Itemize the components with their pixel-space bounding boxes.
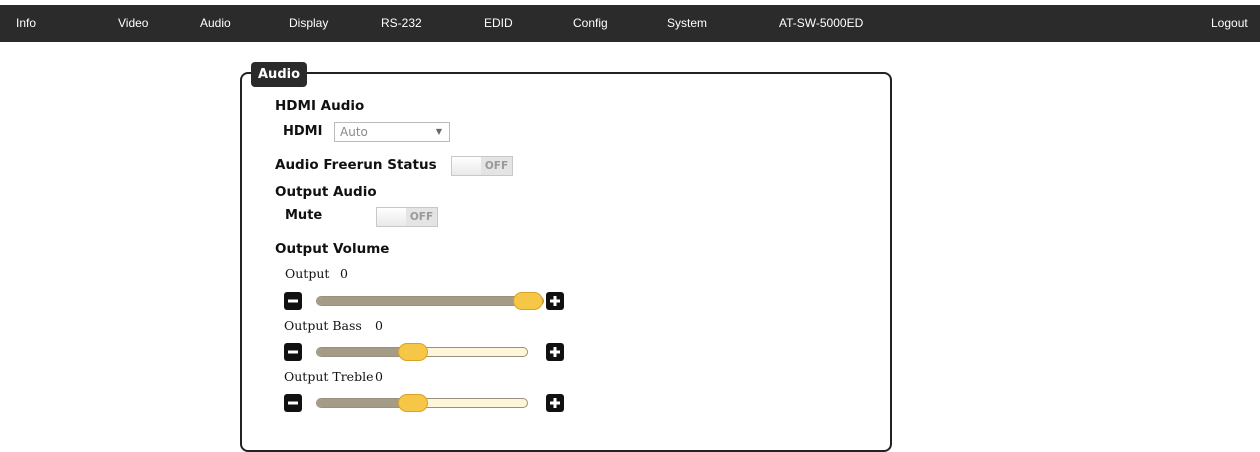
mute-toggle[interactable]: OFF	[376, 207, 438, 227]
mute-label: Mute	[285, 208, 323, 223]
output-treble-label: Output Treble	[284, 369, 374, 384]
output-treble-increase-button[interactable]	[546, 394, 564, 412]
nav-edid[interactable]: EDID	[484, 5, 513, 42]
hdmi-audio-select[interactable]: Auto ▼	[334, 122, 450, 142]
output-decrease-button[interactable]	[284, 292, 302, 310]
audio-freerun-status-label: Audio Freerun Status	[275, 157, 437, 173]
output-slider-handle[interactable]	[513, 292, 543, 310]
nav-system[interactable]: System	[667, 5, 707, 42]
hdmi-audio-select-value: Auto	[340, 125, 368, 139]
minus-icon	[288, 401, 298, 405]
output-bass-slider-handle[interactable]	[398, 343, 428, 361]
minus-icon	[288, 299, 298, 303]
minus-icon	[288, 350, 298, 354]
top-nav-bar: Info Video Audio Display RS-232 EDID Con…	[0, 5, 1260, 42]
toggle-knob	[377, 208, 408, 226]
plus-icon	[550, 398, 560, 408]
output-treble-slider-handle[interactable]	[398, 394, 428, 412]
output-bass-slider[interactable]	[316, 343, 528, 361]
output-treble-value: 0	[375, 369, 383, 384]
nav-device-name[interactable]: AT-SW-5000ED	[779, 5, 863, 42]
toggle-knob	[452, 157, 483, 175]
output-bass-label: Output Bass	[284, 318, 362, 333]
output-audio-heading: Output Audio	[275, 184, 377, 200]
logout-link[interactable]: Logout	[1211, 5, 1248, 42]
nav-audio[interactable]: Audio	[200, 5, 231, 42]
output-treble-decrease-button[interactable]	[284, 394, 302, 412]
output-treble-slider[interactable]	[316, 394, 528, 412]
output-value: 0	[340, 266, 348, 281]
toggle-state: OFF	[481, 157, 512, 175]
output-label: Output	[285, 266, 330, 281]
hdmi-label: HDMI	[283, 124, 323, 139]
hdmi-audio-heading: HDMI Audio	[275, 98, 365, 114]
chevron-down-icon: ▼	[435, 127, 442, 136]
output-bass-increase-button[interactable]	[546, 343, 564, 361]
audio-freerun-toggle[interactable]: OFF	[451, 156, 513, 176]
output-bass-decrease-button[interactable]	[284, 343, 302, 361]
output-bass-value: 0	[375, 318, 383, 333]
panel-legend: Audio	[251, 62, 308, 87]
nav-config[interactable]: Config	[573, 5, 608, 42]
output-slider[interactable]	[316, 292, 544, 310]
nav-rs232[interactable]: RS-232	[381, 5, 422, 42]
output-increase-button[interactable]	[546, 292, 564, 310]
plus-icon	[550, 296, 560, 306]
nav-display[interactable]: Display	[289, 5, 328, 42]
nav-video[interactable]: Video	[118, 5, 148, 42]
nav-info[interactable]: Info	[16, 5, 36, 42]
plus-icon	[550, 347, 560, 357]
output-volume-heading: Output Volume	[275, 241, 390, 257]
output-slider-fill	[317, 297, 528, 305]
toggle-state: OFF	[406, 208, 437, 226]
